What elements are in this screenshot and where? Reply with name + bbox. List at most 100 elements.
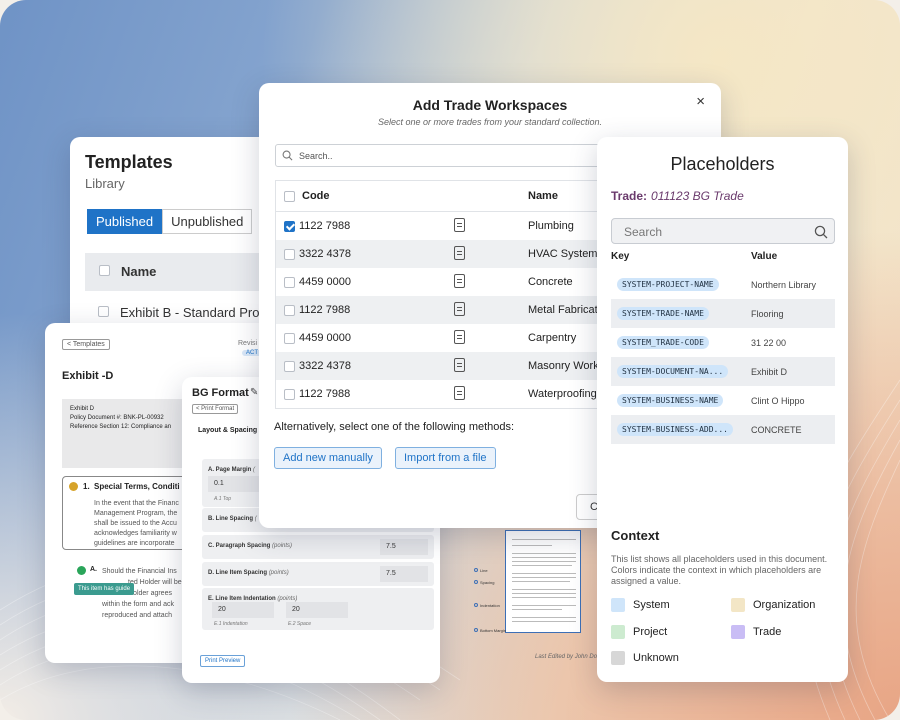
warning-dot-icon xyxy=(69,482,78,491)
line-item-spacing-field: D. Line Item Spacing (points) 7.5 xyxy=(202,562,434,586)
alternative-methods-text: Alternatively, select one of the followi… xyxy=(274,421,515,433)
table-row[interactable]: Exhibit B - Standard Pro xyxy=(98,305,259,320)
trade-code: 1122 7988 xyxy=(299,388,351,400)
row-checkbox[interactable] xyxy=(284,333,295,344)
panel-title: Placeholders xyxy=(670,154,775,174)
legend-swatch xyxy=(731,625,745,639)
legend-label: Project xyxy=(633,626,668,638)
select-all-checkbox[interactable] xyxy=(284,191,295,202)
trade-info: Trade: 011123 BG Trade xyxy=(611,189,744,203)
space-input[interactable]: 20 xyxy=(286,602,348,618)
row-checkbox[interactable] xyxy=(284,305,295,316)
list-item[interactable]: SYSTEM-TRADE-NAME Flooring xyxy=(611,299,835,328)
revision-label: Revisi xyxy=(238,340,258,347)
line-item-spacing-input[interactable]: 7.5 xyxy=(380,566,428,582)
context-heading: Context xyxy=(611,528,660,543)
trade-code: 4459 0000 xyxy=(299,332,351,344)
placeholder-key-chip[interactable]: SYSTEM-DOCUMENT-NA... xyxy=(617,365,729,378)
paragraph-spacing-field: C. Paragraph Spacing (points) 7.5 xyxy=(202,535,434,559)
line-item-indentation-field: E. Line Item Indentation (points) 20 20 … xyxy=(202,588,434,630)
row-checkbox[interactable] xyxy=(284,249,295,260)
trade-name: Masonry Work xyxy=(528,360,599,372)
section-title: Special Terms, Conditi xyxy=(94,482,180,491)
templates-subtitle: Library xyxy=(85,176,125,191)
document-icon[interactable] xyxy=(454,386,465,400)
field-label: D. Line Item Spacing (points) xyxy=(208,570,289,576)
placeholder-value: Northern Library xyxy=(751,280,817,290)
column-name-header[interactable]: Name xyxy=(121,264,156,279)
back-to-templates-button[interactable]: < Templates xyxy=(62,339,110,350)
column-key-header: Key xyxy=(611,251,630,262)
print-preview-button[interactable]: Print Preview xyxy=(200,655,246,667)
search-icon xyxy=(282,150,293,161)
placeholder-key-chip[interactable]: SYSTEM-TRADE-NAME xyxy=(617,307,709,320)
trade-code: 1122 7988 xyxy=(299,220,351,232)
placeholder-value: 31 22 00 xyxy=(751,338,787,348)
placeholder-value: Exhibit D xyxy=(751,367,788,377)
document-icon[interactable] xyxy=(454,274,465,288)
trade-name: Plumbing xyxy=(528,220,574,232)
trade-value: 011123 BG Trade xyxy=(651,189,744,203)
preview-label: Bottom Margin xyxy=(474,628,506,633)
last-edited-label: Last Edited by John Do xyxy=(535,654,598,660)
row-checkbox[interactable] xyxy=(284,389,295,400)
modal-title: Add Trade Workspaces xyxy=(412,97,568,113)
search-placeholder: Search.. xyxy=(299,151,333,161)
tab-published[interactable]: Published xyxy=(87,209,163,234)
row-checkbox[interactable] xyxy=(98,306,109,317)
placeholder-key-chip[interactable]: SYSTEM_TRADE-CODE xyxy=(617,336,709,349)
document-icon[interactable] xyxy=(454,302,465,316)
list-item[interactable]: SYSTEM-DOCUMENT-NA... Exhibit D xyxy=(611,357,835,386)
document-icon[interactable] xyxy=(454,246,465,260)
template-name[interactable]: Exhibit B - Standard Pro xyxy=(120,305,259,320)
column-name-header[interactable]: Name xyxy=(528,190,558,202)
list-item[interactable]: SYSTEM-BUSINESS-NAME Clint O Hippo xyxy=(611,386,835,415)
row-checkbox[interactable] xyxy=(284,361,295,372)
placeholder-key-chip[interactable]: SYSTEM-BUSINESS-ADD... xyxy=(617,423,733,436)
legend-label: System xyxy=(633,599,670,611)
add-new-manually-button[interactable]: Add new manually xyxy=(274,447,382,469)
column-code-header[interactable]: Code xyxy=(302,190,330,202)
field-label: B. Line Spacing ( xyxy=(208,516,257,522)
legend-label: Trade xyxy=(753,626,782,638)
indentation-input[interactable]: 20 xyxy=(212,602,274,618)
format-title: BG Format xyxy=(192,387,249,399)
layout-spacing-heading: Layout & Spacing xyxy=(198,427,258,434)
field-hint: E.2 Space xyxy=(288,621,312,627)
trade-code: 3322 4378 xyxy=(299,360,351,372)
document-icon[interactable] xyxy=(454,330,465,344)
print-format-button[interactable]: < Print Format xyxy=(192,404,239,414)
document-icon[interactable] xyxy=(454,218,465,232)
legend-label: Unknown xyxy=(633,652,679,664)
guide-tooltip: This item has guide xyxy=(74,583,135,595)
trade-label: Trade: xyxy=(611,189,648,203)
placeholders-list: SYSTEM-PROJECT-NAME Northern Library SYS… xyxy=(611,270,835,444)
paragraph-spacing-input[interactable]: 7.5 xyxy=(380,539,428,555)
column-value-header: Value xyxy=(751,251,778,262)
placeholder-key-chip[interactable]: SYSTEM-BUSINESS-NAME xyxy=(617,394,724,407)
trade-code: 1122 7988 xyxy=(299,304,351,316)
list-item[interactable]: SYSTEM_TRADE-CODE 31 22 00 xyxy=(611,328,835,357)
pencil-icon[interactable]: ✎ xyxy=(250,387,258,398)
search-placeholder: Search xyxy=(624,225,663,239)
placeholder-key-chip[interactable]: SYSTEM-PROJECT-NAME xyxy=(617,278,719,291)
document-icon[interactable] xyxy=(454,358,465,372)
tab-unpublished[interactable]: Unpublished xyxy=(162,209,253,234)
trade-code: 3322 4378 xyxy=(299,248,351,260)
check-icon xyxy=(77,566,86,575)
document-preview-thumbnail[interactable] xyxy=(505,530,581,633)
legend-swatch xyxy=(731,598,745,612)
trade-name: Carpentry xyxy=(528,332,577,344)
select-all-checkbox[interactable] xyxy=(99,265,110,276)
preview-label: Indentation xyxy=(474,603,500,608)
list-item[interactable]: SYSTEM-PROJECT-NAME Northern Library xyxy=(611,270,835,299)
search-icon[interactable] xyxy=(814,225,828,239)
list-item[interactable]: SYSTEM-BUSINESS-ADD... CONCRETE xyxy=(611,415,835,444)
placeholders-panel: Placeholders Trade: 011123 BG Trade Searc… xyxy=(597,137,848,682)
row-checkbox-checked[interactable] xyxy=(284,221,295,232)
placeholder-value: Clint O Hippo xyxy=(751,396,805,406)
import-from-file-button[interactable]: Import from a file xyxy=(395,447,496,469)
legend-swatch xyxy=(611,598,625,612)
placeholder-search-input[interactable]: Search xyxy=(611,218,835,244)
row-checkbox[interactable] xyxy=(284,277,295,288)
